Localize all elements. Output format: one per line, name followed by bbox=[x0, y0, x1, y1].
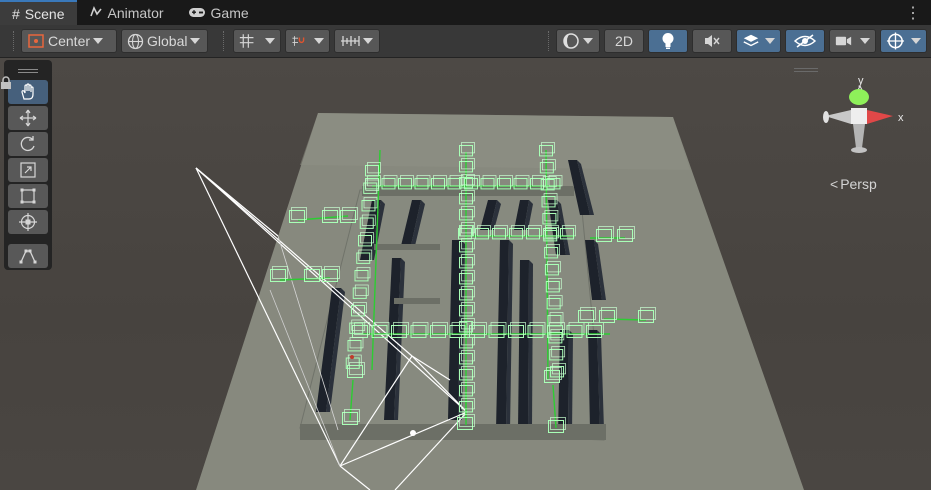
eye-hidden-icon bbox=[794, 34, 816, 48]
animator-icon bbox=[89, 5, 103, 21]
scene-render bbox=[195, 113, 804, 490]
globe-icon bbox=[127, 33, 144, 49]
chevron-down-icon bbox=[190, 38, 201, 44]
chevron-down-icon bbox=[363, 38, 373, 44]
grid-hash-icon: # bbox=[12, 5, 20, 22]
scale-icon bbox=[20, 162, 36, 178]
lighting-toggle[interactable] bbox=[648, 29, 688, 53]
snap-increment-button[interactable] bbox=[334, 29, 380, 53]
grid-snap-icon bbox=[239, 34, 254, 48]
scene-visibility-toggle[interactable] bbox=[785, 29, 825, 53]
gizmo-globe-icon bbox=[886, 32, 905, 50]
audio-toggle[interactable] bbox=[692, 29, 732, 53]
incremental-snap-button[interactable] bbox=[285, 29, 330, 53]
effects-dropdown[interactable] bbox=[736, 29, 781, 53]
tab-animator-label: Animator bbox=[107, 4, 164, 21]
maze-wall bbox=[394, 298, 440, 304]
hand-tool-button[interactable] bbox=[8, 80, 48, 104]
move-tool-button[interactable] bbox=[8, 106, 48, 130]
gamepad-icon bbox=[188, 5, 206, 21]
space-dropdown[interactable]: Global bbox=[121, 29, 208, 53]
lock-icon[interactable] bbox=[0, 76, 12, 90]
draw-mode-dropdown[interactable] bbox=[556, 29, 600, 53]
2d-mode-toggle[interactable]: 2D bbox=[604, 29, 644, 53]
projection-toggle[interactable]: < Persp bbox=[830, 176, 877, 192]
layers-effects-icon bbox=[743, 34, 759, 47]
grid-snap-button[interactable] bbox=[233, 29, 281, 53]
camera-dropdown[interactable] bbox=[829, 29, 876, 53]
hand-icon bbox=[21, 83, 34, 100]
gizmo-y-cone bbox=[849, 89, 869, 105]
chevron-down-icon bbox=[860, 38, 870, 44]
chevron-down-icon bbox=[93, 38, 104, 44]
gizmo-x-label: x bbox=[898, 112, 904, 124]
tab-animator[interactable]: Animator bbox=[77, 0, 176, 25]
rotate-tool-button[interactable] bbox=[8, 132, 48, 156]
magnet-icon bbox=[292, 36, 305, 46]
tab-game-label: Game bbox=[210, 4, 249, 21]
light-bulb-icon bbox=[662, 33, 674, 49]
tab-scene-label: Scene bbox=[24, 5, 65, 22]
custom-editor-tool-icon bbox=[19, 249, 37, 264]
projection-label: Persp bbox=[840, 176, 877, 192]
custom-tool-button[interactable] bbox=[8, 244, 48, 268]
pivot-dropdown[interactable]: Center bbox=[21, 29, 117, 53]
tools-overlay bbox=[4, 60, 52, 270]
tab-bar: # Scene Animator Game ⋮ bbox=[0, 0, 931, 25]
toolbar-grip bbox=[223, 31, 226, 51]
space-label: Global bbox=[147, 33, 188, 49]
ruler-icon bbox=[341, 36, 360, 46]
gizmo-drag-bar[interactable] bbox=[794, 68, 818, 72]
scale-tool-button[interactable] bbox=[8, 158, 48, 182]
2d-mode-label: 2D bbox=[615, 33, 633, 49]
transform-icon bbox=[19, 213, 37, 231]
shading-mode-icon bbox=[563, 33, 579, 49]
chevron-down-icon bbox=[265, 38, 275, 44]
move-arrows-icon bbox=[19, 109, 37, 127]
rect-tool-button[interactable] bbox=[8, 184, 48, 208]
chevron-down-icon bbox=[765, 38, 775, 44]
toolbar-grip bbox=[13, 31, 16, 51]
tools-separator bbox=[7, 236, 49, 242]
chevron-down-icon bbox=[911, 38, 921, 44]
pivot-icon bbox=[28, 34, 44, 48]
transform-tool-button[interactable] bbox=[8, 210, 48, 234]
chevron-down-icon bbox=[314, 38, 324, 44]
player-marker bbox=[410, 430, 416, 436]
rotate-icon bbox=[20, 136, 35, 152]
chevron-left-icon: < bbox=[830, 176, 839, 192]
camera-icon bbox=[835, 36, 852, 46]
scene-viewport[interactable]: y x < Persp bbox=[0, 58, 931, 490]
audio-muted-icon bbox=[705, 35, 720, 47]
maze-wall bbox=[374, 244, 440, 250]
gizmo-y-label: y bbox=[858, 75, 864, 87]
gizmo-center-cube bbox=[851, 108, 867, 124]
origin-marker bbox=[350, 355, 354, 359]
pivot-label: Center bbox=[48, 33, 91, 49]
gizmos-dropdown[interactable] bbox=[880, 29, 927, 53]
ground-shadow bbox=[300, 113, 690, 170]
gizmo-x-cone bbox=[867, 110, 893, 124]
overlay-drag-handle[interactable] bbox=[7, 64, 49, 78]
tab-scene[interactable]: # Scene bbox=[0, 0, 77, 25]
more-options-icon[interactable]: ⋮ bbox=[905, 3, 921, 23]
tab-game[interactable]: Game bbox=[176, 0, 261, 25]
gizmo-neg-y-cone bbox=[853, 124, 865, 148]
toolbar-grip bbox=[548, 31, 551, 51]
scene-toolbar: Center Global 2D bbox=[0, 25, 931, 58]
chevron-down-icon bbox=[583, 38, 593, 44]
rect-transform-icon bbox=[20, 188, 36, 204]
